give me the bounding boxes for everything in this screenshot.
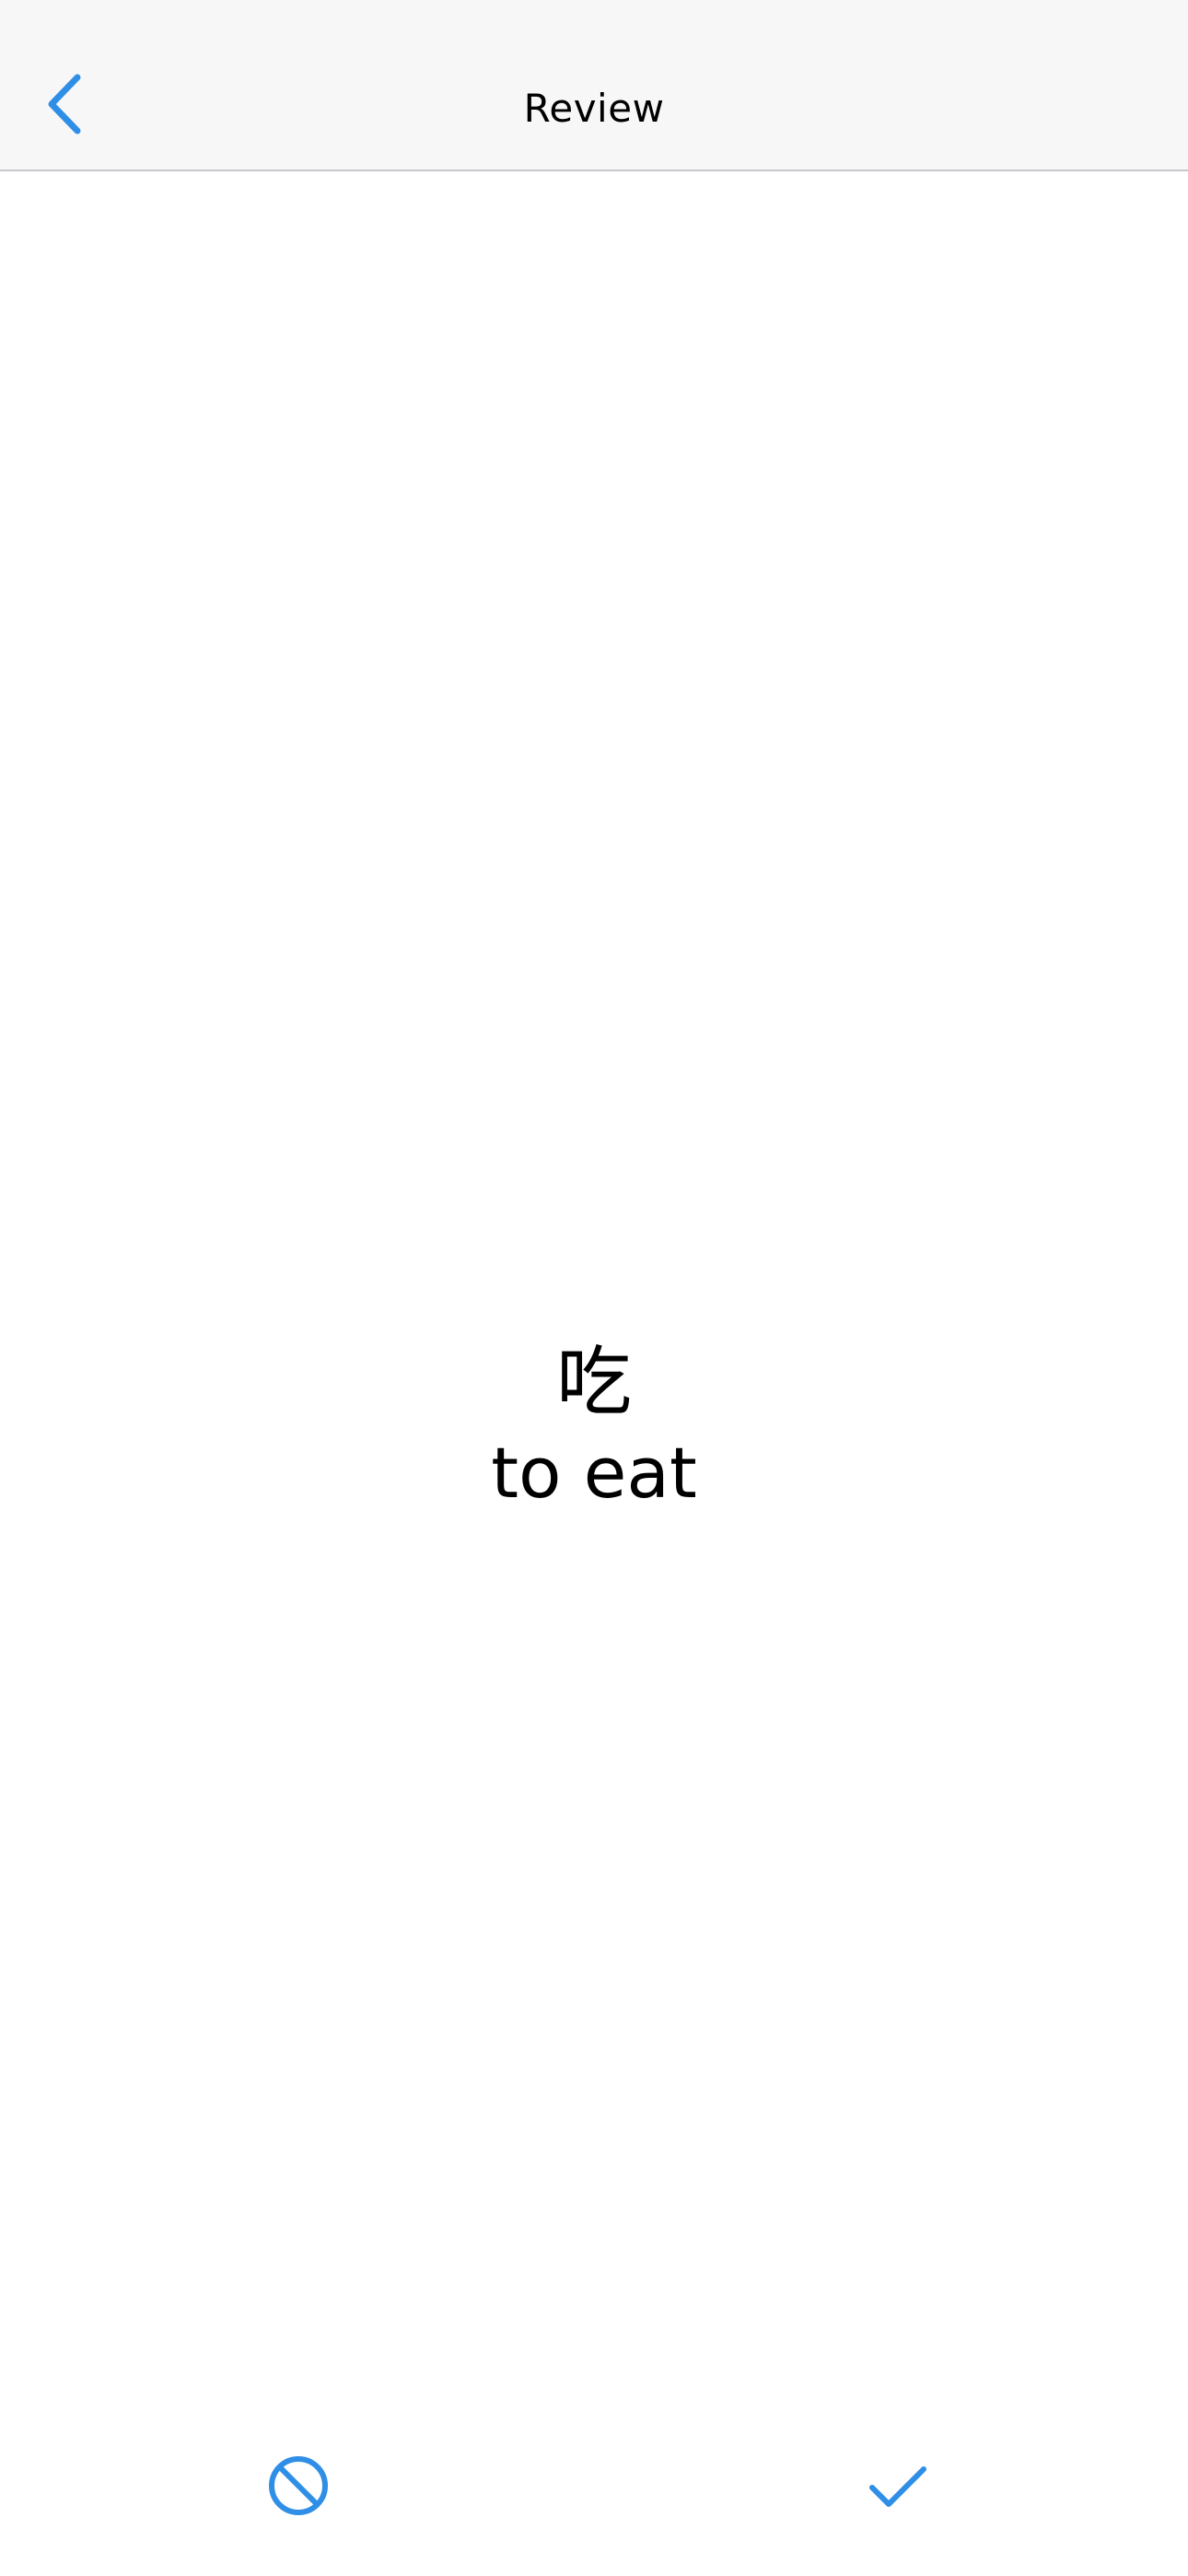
review-actions-bar (0, 2410, 1188, 2576)
flashcard-content: 吃 to eat (491, 1337, 697, 1517)
accept-button[interactable] (833, 2430, 962, 2541)
flashcard-hanzi: 吃 (555, 1339, 632, 1426)
flashcard-meaning: to eat (491, 1432, 697, 1514)
navigation-bar: Review (0, 0, 1188, 171)
checkmark-icon (869, 2466, 926, 2507)
flashcard[interactable]: 吃 to eat (0, 171, 1188, 2410)
page-title: Review (523, 86, 665, 131)
block-icon (269, 2456, 328, 2515)
reject-button[interactable] (234, 2430, 363, 2541)
